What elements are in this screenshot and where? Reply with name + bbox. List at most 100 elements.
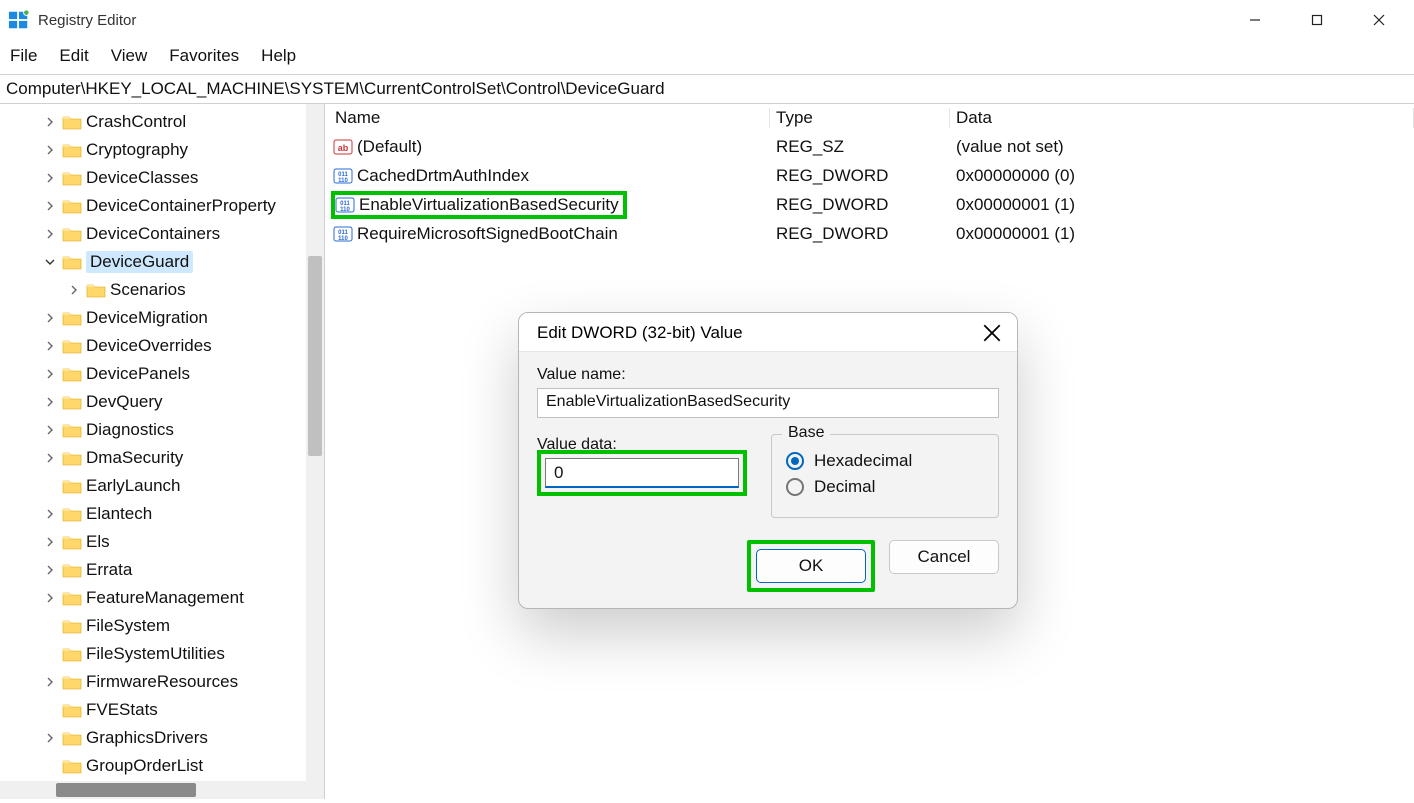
tree-item-crashcontrol[interactable]: CrashControl xyxy=(42,108,302,136)
value-name: CachedDrtmAuthIndex xyxy=(357,166,529,186)
tree-item-firmwareresources[interactable]: FirmwareResources xyxy=(42,668,302,696)
chevron-right-icon[interactable] xyxy=(42,341,58,351)
svg-text:110: 110 xyxy=(338,178,348,184)
value-data-input[interactable] xyxy=(545,458,739,488)
tree-item-graphicsdrivers[interactable]: GraphicsDrivers xyxy=(42,724,302,752)
reg-dword-icon: 011110 xyxy=(335,195,355,215)
close-button[interactable] xyxy=(1348,0,1410,40)
tree-vertical-scrollbar[interactable] xyxy=(306,104,324,799)
chevron-right-icon[interactable] xyxy=(42,425,58,435)
folder-icon xyxy=(62,478,82,494)
chevron-right-icon[interactable] xyxy=(42,593,58,603)
tree-item-scenarios[interactable]: Scenarios xyxy=(42,276,302,304)
tree-item-label: FVEStats xyxy=(86,700,158,720)
tree-item-featuremanagement[interactable]: FeatureManagement xyxy=(42,584,302,612)
tree-item-filesystem[interactable]: FileSystem xyxy=(42,612,302,640)
tree-item-label: FirmwareResources xyxy=(86,672,238,692)
tree-item-devicecontainerproperty[interactable]: DeviceContainerProperty xyxy=(42,192,302,220)
menu-edit[interactable]: Edit xyxy=(59,46,88,66)
col-header-name[interactable]: Name xyxy=(325,108,770,128)
folder-icon xyxy=(62,590,82,606)
menu-file[interactable]: File xyxy=(10,46,37,66)
tree-item-earlylaunch[interactable]: EarlyLaunch xyxy=(42,472,302,500)
radio-hex-icon xyxy=(786,452,804,470)
tree-item-errata[interactable]: Errata xyxy=(42,556,302,584)
col-header-type[interactable]: Type xyxy=(770,108,950,128)
menu-favorites[interactable]: Favorites xyxy=(169,46,239,66)
radio-hexadecimal[interactable]: Hexadecimal xyxy=(786,451,984,471)
value-name: EnableVirtualizationBasedSecurity xyxy=(359,195,619,215)
tree-item-els[interactable]: Els xyxy=(42,528,302,556)
chevron-right-icon[interactable] xyxy=(42,677,58,687)
address-bar[interactable]: Computer\HKEY_LOCAL_MACHINE\SYSTEM\Curre… xyxy=(0,74,1414,104)
chevron-down-icon[interactable] xyxy=(42,257,58,267)
list-vertical-scrollbar[interactable] xyxy=(1396,104,1414,799)
tree-item-label: FileSystemUtilities xyxy=(86,644,225,664)
chevron-right-icon[interactable] xyxy=(42,509,58,519)
maximize-button[interactable] xyxy=(1286,0,1348,40)
tree-item-devicemigration[interactable]: DeviceMigration xyxy=(42,304,302,332)
tree-item-elantech[interactable]: Elantech xyxy=(42,500,302,528)
tree-item-label: DeviceOverrides xyxy=(86,336,212,356)
cancel-button[interactable]: Cancel xyxy=(889,540,999,574)
folder-icon xyxy=(62,310,82,326)
chevron-right-icon[interactable] xyxy=(42,565,58,575)
folder-icon xyxy=(62,646,82,662)
tree-item-label: FeatureManagement xyxy=(86,588,244,608)
svg-text:110: 110 xyxy=(338,236,348,242)
tree-item-devicepanels[interactable]: DevicePanels xyxy=(42,360,302,388)
chevron-right-icon[interactable] xyxy=(42,369,58,379)
chevron-right-icon[interactable] xyxy=(66,285,82,295)
edit-dword-dialog: Edit DWORD (32-bit) Value Value name: En… xyxy=(518,312,1018,609)
tree-item-label: DeviceContainerProperty xyxy=(86,196,276,216)
value-row[interactable]: 011110EnableVirtualizationBasedSecurityR… xyxy=(325,190,1414,219)
chevron-right-icon[interactable] xyxy=(42,397,58,407)
tree-horizontal-scrollbar[interactable] xyxy=(0,781,306,799)
tree-item-fvestats[interactable]: FVEStats xyxy=(42,696,302,724)
tree-scroll-thumb[interactable] xyxy=(308,256,322,456)
tree-item-grouporderlist[interactable]: GroupOrderList xyxy=(42,752,302,780)
tree-item-label: Elantech xyxy=(86,504,152,524)
chevron-right-icon[interactable] xyxy=(42,537,58,547)
chevron-right-icon[interactable] xyxy=(42,313,58,323)
menu-help[interactable]: Help xyxy=(261,46,296,66)
value-type: REG_DWORD xyxy=(770,224,950,244)
col-header-data[interactable]: Data xyxy=(950,108,1414,128)
value-data-highlight xyxy=(537,450,747,496)
tree-item-cryptography[interactable]: Cryptography xyxy=(42,136,302,164)
tree-hscroll-thumb[interactable] xyxy=(56,783,196,797)
tree-item-label: Scenarios xyxy=(110,280,186,300)
folder-icon xyxy=(62,338,82,354)
tree-item-deviceclasses[interactable]: DeviceClasses xyxy=(42,164,302,192)
radio-decimal[interactable]: Decimal xyxy=(786,477,984,497)
minimize-button[interactable] xyxy=(1224,0,1286,40)
menu-view[interactable]: View xyxy=(111,46,148,66)
value-data: 0x00000001 (1) xyxy=(950,195,1414,215)
tree-item-label: Els xyxy=(86,532,110,552)
ok-button[interactable]: OK xyxy=(756,549,866,583)
value-row[interactable]: 011110CachedDrtmAuthIndexREG_DWORD0x0000… xyxy=(325,161,1414,190)
title-bar: Registry Editor xyxy=(0,0,1414,40)
chevron-right-icon[interactable] xyxy=(42,117,58,127)
tree-item-deviceguard[interactable]: DeviceGuard xyxy=(42,248,302,276)
tree-item-deviceoverrides[interactable]: DeviceOverrides xyxy=(42,332,302,360)
tree-item-filesystemutilities[interactable]: FileSystemUtilities xyxy=(42,640,302,668)
folder-icon xyxy=(62,198,82,214)
chevron-right-icon[interactable] xyxy=(42,733,58,743)
radio-dec-icon xyxy=(786,478,804,496)
chevron-right-icon[interactable] xyxy=(42,229,58,239)
value-row[interactable]: 011110RequireMicrosoftSignedBootChainREG… xyxy=(325,219,1414,248)
chevron-right-icon[interactable] xyxy=(42,201,58,211)
tree-pane: CrashControlCryptography DeviceClasses Dev… xyxy=(0,104,325,799)
chevron-right-icon[interactable] xyxy=(42,453,58,463)
tree-item-devicecontainers[interactable]: DeviceContainers xyxy=(42,220,302,248)
chevron-right-icon[interactable] xyxy=(42,145,58,155)
tree-item-label: DeviceClasses xyxy=(86,168,198,188)
tree-item-dmasecurity[interactable]: DmaSecurity xyxy=(42,444,302,472)
tree-item-devquery[interactable]: DevQuery xyxy=(42,388,302,416)
value-row[interactable]: ab(Default)REG_SZ(value not set) xyxy=(325,132,1414,161)
tree-item-diagnostics[interactable]: Diagnostics xyxy=(42,416,302,444)
chevron-right-icon[interactable] xyxy=(42,173,58,183)
dialog-close-button[interactable] xyxy=(983,324,1001,342)
tree-item-label: DeviceMigration xyxy=(86,308,208,328)
